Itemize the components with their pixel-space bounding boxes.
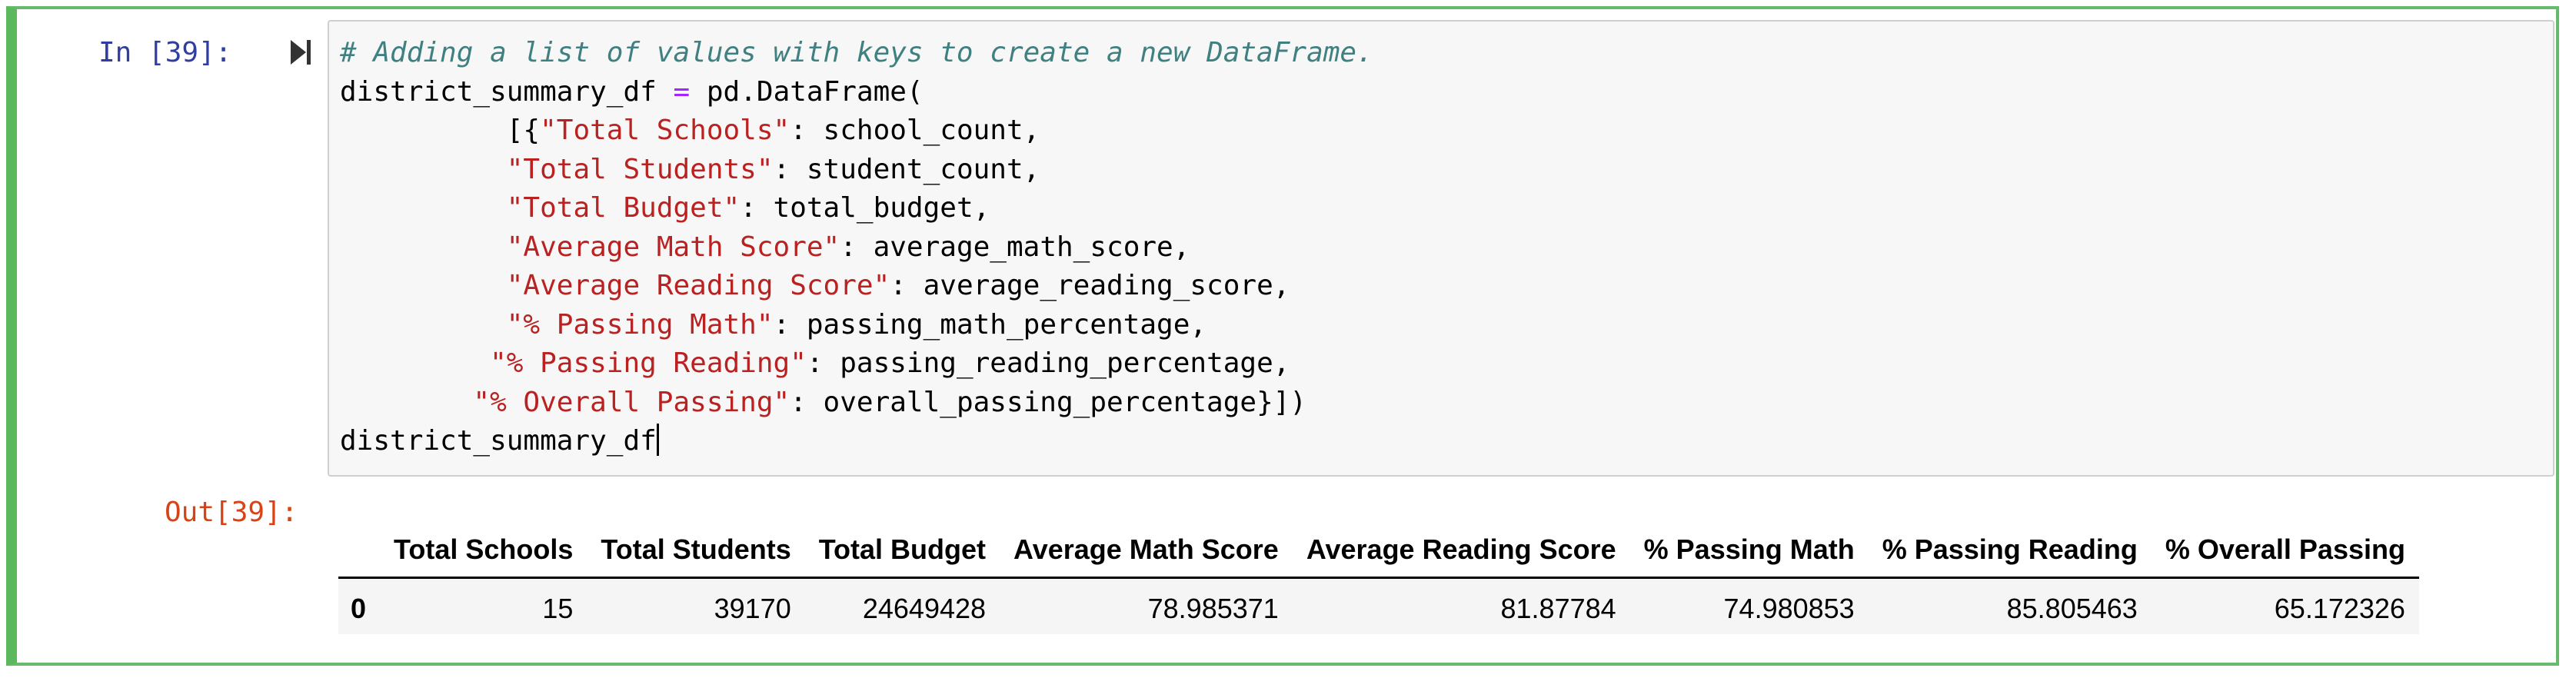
- code-string-key: "Average Reading Score": [506, 270, 890, 301]
- code-value: : passing_math_percentage,: [773, 308, 1207, 341]
- output-area: Total Schools Total Students Total Budge…: [338, 523, 2419, 634]
- code-string-key: "% Passing Reading": [490, 347, 807, 379]
- code-line-7: "% Passing Math": passing_math_percentag…: [340, 306, 1373, 345]
- column-header: Total Students: [587, 523, 805, 579]
- run-cell-icon[interactable]: [289, 38, 312, 66]
- code-line-2: [{"Total Schools": school_count,: [340, 111, 1373, 151]
- code-indent: [{: [340, 115, 541, 146]
- table-row: 0 15 39170 24649428 78.985371 81.87784 7…: [338, 577, 2419, 634]
- code-value: : overall_passing_percentage}]): [790, 386, 1307, 418]
- code-string-key: "% Overall Passing": [473, 386, 790, 418]
- code-line-5: "Average Math Score": average_math_score…: [340, 228, 1373, 268]
- table-cell: 24649428: [804, 577, 1000, 634]
- code-call: pd.DataFrame(: [706, 75, 924, 108]
- code-line-3: "Total Students": student_count,: [340, 151, 1373, 190]
- column-header: Average Math Score: [1000, 523, 1293, 579]
- code-line-9: "% Overall Passing": overall_passing_per…: [340, 384, 1373, 423]
- column-header: Total Schools: [380, 523, 587, 579]
- table-cell: 74.980853: [1629, 577, 1869, 634]
- code-string-key: "Total Schools": [540, 115, 790, 146]
- table-cell: 15: [380, 577, 587, 634]
- column-header: % Passing Math: [1629, 523, 1869, 579]
- code-value: : average_reading_score,: [890, 270, 1290, 301]
- code-line-6: "Average Reading Score": average_reading…: [340, 267, 1373, 306]
- code-string-key: "Total Budget": [506, 192, 741, 224]
- table-cell: 85.805463: [1868, 577, 2152, 634]
- code-variable: district_summary_df: [340, 75, 657, 108]
- row-index: 0: [338, 577, 381, 634]
- code-last-line: district_summary_df: [340, 425, 657, 457]
- dataframe-table: Total Schools Total Students Total Budge…: [338, 523, 2419, 634]
- code-line-8: "% Passing Reading": passing_reading_per…: [340, 344, 1373, 384]
- code-editor[interactable]: # Adding a list of values with keys to c…: [328, 20, 2554, 477]
- table-cell: 39170: [587, 577, 805, 634]
- code-line-4: "Total Budget": total_budget,: [340, 189, 1373, 228]
- table-cell: 78.985371: [1000, 577, 1293, 634]
- code-line-comment: # Adding a list of values with keys to c…: [340, 34, 1373, 73]
- code-value: : school_count,: [790, 115, 1040, 146]
- code-text[interactable]: # Adding a list of values with keys to c…: [340, 34, 1373, 461]
- code-value: : passing_reading_percentage,: [806, 347, 1290, 379]
- column-header: Average Reading Score: [1292, 523, 1630, 579]
- code-operator: =: [673, 75, 691, 108]
- code-line-last: district_summary_df: [340, 422, 1373, 461]
- table-cell: 65.172326: [2151, 577, 2419, 634]
- code-string-key: "Average Math Score": [506, 231, 840, 263]
- output-prompt: Out[39]:: [165, 497, 298, 528]
- input-prompt: In [39]:: [98, 37, 232, 68]
- table-header-row: Total Schools Total Students Total Budge…: [338, 523, 2419, 579]
- table-cell: 81.87784: [1292, 577, 1630, 634]
- code-string-key: "Total Students": [506, 153, 774, 185]
- index-header: [338, 523, 381, 579]
- code-value: : average_math_score,: [840, 231, 1190, 263]
- code-value: : total_budget,: [740, 192, 990, 224]
- code-string-key: "% Passing Math": [506, 308, 774, 341]
- column-header: % Passing Reading: [1868, 523, 2152, 579]
- column-header: Total Budget: [804, 523, 1000, 579]
- code-line-1: district_summary_df = pd.DataFrame(: [340, 73, 1373, 112]
- column-header: % Overall Passing: [2151, 523, 2419, 579]
- code-comment: # Adding a list of values with keys to c…: [340, 37, 1373, 68]
- code-value: : student_count,: [773, 153, 1040, 185]
- text-cursor: [656, 424, 659, 456]
